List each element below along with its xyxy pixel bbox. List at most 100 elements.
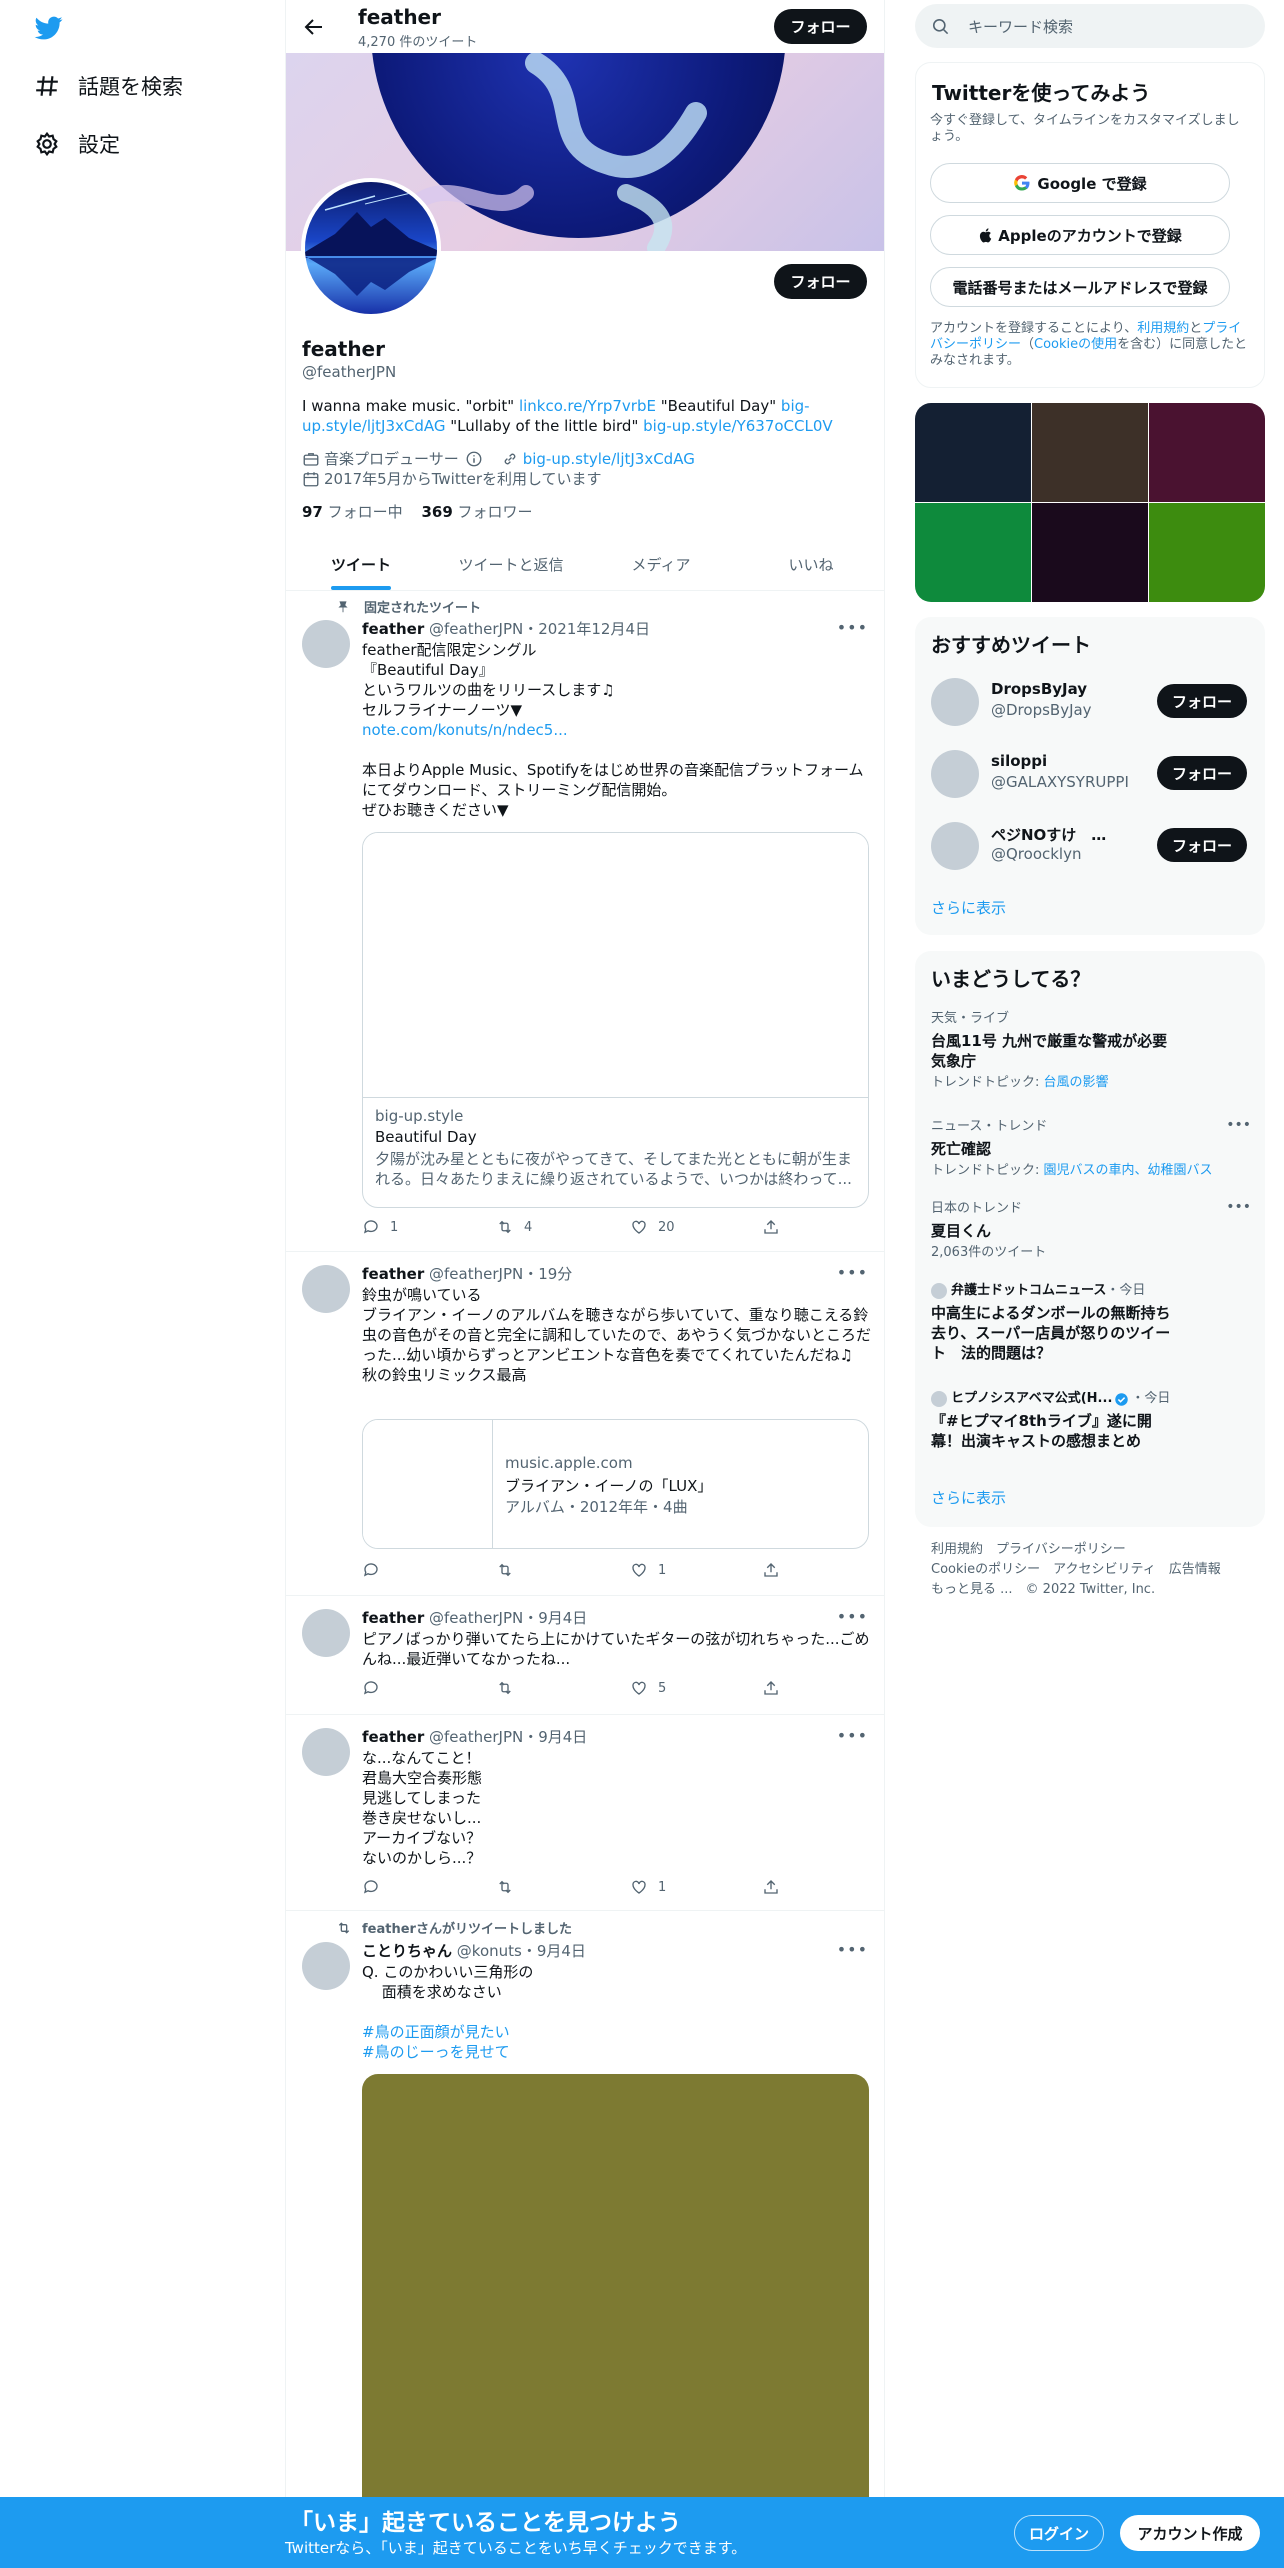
avatar[interactable] <box>931 822 979 870</box>
topbar-follow-button[interactable]: フォロー <box>774 9 867 44</box>
more-icon[interactable]: ••• <box>837 1726 868 1745</box>
follow-button[interactable]: フォロー <box>1157 828 1247 862</box>
reply-button[interactable] <box>362 1679 390 1697</box>
trend-item[interactable]: 日本のトレンド 夏目くん 2,063件のツイート ••• <box>931 1199 1251 1261</box>
avatar[interactable] <box>302 1609 350 1657</box>
cookie-link[interactable]: Cookieの使用 <box>1034 337 1117 352</box>
retweet-button[interactable] <box>496 1561 524 1579</box>
footer-link[interactable]: Cookieのポリシー <box>931 1562 1040 1577</box>
follow-button[interactable]: フォロー <box>1157 756 1247 790</box>
tweet-link[interactable]: note.com/konuts/n/ndec5... <box>362 721 568 739</box>
phone-email-signup-button[interactable]: 電話番号またはメールアドレスで登録 <box>930 267 1230 307</box>
more-icon[interactable]: ••• <box>1226 1199 1251 1215</box>
tweet[interactable]: feather @featherJPN・9月4日 ••• ピアノばっかり弾いてた… <box>286 1597 884 1715</box>
share-button[interactable] <box>762 1561 790 1579</box>
tweet-author-name[interactable]: ことりちゃん <box>362 1942 452 1960</box>
share-button[interactable] <box>762 1878 790 1896</box>
footer-link[interactable]: アクセシビリティ <box>1053 1562 1156 1577</box>
media-thumb[interactable] <box>915 503 1031 602</box>
media-thumb[interactable] <box>1032 403 1148 502</box>
avatar[interactable] <box>931 750 979 798</box>
media-thumb[interactable] <box>1149 503 1265 602</box>
following-link[interactable]: 97 フォロー中 <box>302 503 403 521</box>
more-icon[interactable]: ••• <box>837 1607 868 1626</box>
retweet-button[interactable]: 4 <box>496 1218 532 1236</box>
reply-button[interactable]: 1 <box>362 1218 398 1236</box>
tab-tweets[interactable]: ツイート <box>286 538 436 590</box>
media-thumb[interactable] <box>1032 503 1148 602</box>
followers-link[interactable]: 369 フォロワー <box>421 503 532 521</box>
bio-link[interactable]: big-up.style/Y637oCCL0V <box>643 417 833 435</box>
tab-media[interactable]: メディア <box>586 538 736 590</box>
search-input[interactable]: キーワード検索 <box>968 16 1073 37</box>
tweet[interactable]: feather @featherJPN・9月4日 ••• な...なんてこと！ … <box>286 1716 884 1911</box>
tweet-author-name[interactable]: feather <box>362 1728 424 1746</box>
more-icon[interactable]: ••• <box>837 1940 868 1959</box>
follow-button[interactable]: フォロー <box>1157 684 1247 718</box>
news-item[interactable]: 弁護士ドットコムニュース ・今日 中高生によるダンボールの無断持ち去り、スーパー店… <box>931 1283 1251 1363</box>
hashtag-link[interactable]: #鳥の正面顔が見たい <box>362 2023 510 2041</box>
nav-settings[interactable]: 設定 <box>34 124 120 164</box>
profile-follow-button[interactable]: フォロー <box>774 264 867 299</box>
avatar[interactable] <box>931 678 979 726</box>
avatar[interactable] <box>302 1942 350 1990</box>
link-card[interactable]: big-up.style Beautiful Day 夕陽が沈み星とともに夜がや… <box>362 832 869 1208</box>
reply-button[interactable] <box>362 1878 390 1896</box>
info-icon[interactable] <box>465 450 483 468</box>
more-icon[interactable]: ••• <box>837 618 868 637</box>
like-button[interactable]: 5 <box>630 1679 666 1697</box>
recommended-user[interactable]: siloppi @GALAXYSYRUPPI フォロー <box>915 738 1265 810</box>
login-button[interactable]: ログイン <box>1014 2515 1104 2551</box>
tweet-image[interactable] <box>362 2074 869 2568</box>
tab-likes[interactable]: いいね <box>736 538 884 590</box>
bio-link[interactable]: linkco.re/Yrp7vrbE <box>519 397 656 415</box>
media-thumb[interactable] <box>915 403 1031 502</box>
share-button[interactable] <box>762 1679 790 1697</box>
google-signup-button[interactable]: Google で登録 <box>930 163 1230 203</box>
trend-topic-link[interactable]: 台風の影響 <box>1044 1075 1109 1090</box>
show-more-link[interactable]: さらに表示 <box>931 897 1006 918</box>
avatar[interactable] <box>302 1728 350 1776</box>
footer-link[interactable]: プライバシーポリシー <box>996 1542 1126 1557</box>
link-card[interactable]: music.apple.com ブライアン・イーノの「LUX」 アルバム・201… <box>362 1419 869 1549</box>
hashtag-link[interactable]: #鳥のじーっを見せて <box>362 2043 510 2061</box>
back-arrow-icon[interactable] <box>302 15 326 39</box>
nav-explore[interactable]: 話題を検索 <box>34 66 183 106</box>
trend-item[interactable]: 天気・ライブ 台風11号 九州で厳重な警戒が必要 気象庁 トレンドトピック: 台… <box>931 1011 1251 1091</box>
retweet-button[interactable] <box>496 1878 524 1896</box>
tweet-author-name[interactable]: feather <box>362 1265 424 1283</box>
tweet[interactable]: 固定されたツイート feather @featherJPN・2021年12月4日… <box>286 592 884 1252</box>
footer-more-link[interactable]: もっと見る ... <box>931 1582 1013 1597</box>
tweet[interactable]: featherさんがリツイートしました ことりちゃん @konuts・9月4日 … <box>286 1912 884 2568</box>
apple-signup-button[interactable]: Appleのアカウントで登録 <box>930 215 1230 255</box>
tab-tweets-replies[interactable]: ツイートと返信 <box>436 538 586 590</box>
like-button[interactable]: 20 <box>630 1218 675 1236</box>
profile-website[interactable]: big-up.style/ljtJ3xCdAG <box>523 450 695 468</box>
profile-avatar[interactable] <box>301 178 441 318</box>
media-thumb[interactable] <box>1149 403 1265 502</box>
recommended-user[interactable]: ペジNOすけ … @Qroocklyn フォロー <box>915 810 1265 882</box>
news-item[interactable]: ヒプノシスアベマ公式(H... ・今日 『#ヒプマイ8thライブ』遂に開幕！出演キ… <box>931 1391 1251 1451</box>
share-button[interactable] <box>762 1218 790 1236</box>
tweet[interactable]: feather @featherJPN・19分 ••• 鈴虫が鳴いている ブライ… <box>286 1253 884 1596</box>
terms-link[interactable]: 利用規約 <box>1137 321 1189 336</box>
like-button[interactable]: 1 <box>630 1561 666 1579</box>
search-bar[interactable]: キーワード検索 <box>915 4 1265 48</box>
retweet-button[interactable] <box>496 1679 524 1697</box>
reply-button[interactable] <box>362 1561 390 1579</box>
more-icon[interactable]: ••• <box>837 1263 868 1282</box>
create-account-button[interactable]: アカウント作成 <box>1120 2515 1260 2551</box>
footer-link[interactable]: 利用規約 <box>931 1542 983 1557</box>
recommended-user[interactable]: DropsByJay @DropsByJay フォロー <box>915 666 1265 738</box>
avatar[interactable] <box>302 1265 350 1313</box>
more-icon[interactable]: ••• <box>1226 1117 1251 1133</box>
tweet-author-name[interactable]: feather <box>362 1609 424 1627</box>
trend-topic-link[interactable]: 園児バスの車内、幼稚園バス <box>1044 1163 1213 1178</box>
trend-item[interactable]: ニュース・トレンド 死亡確認 トレンドトピック: 園児バスの車内、幼稚園バス •… <box>931 1117 1251 1179</box>
show-more-link[interactable]: さらに表示 <box>931 1487 1006 1508</box>
like-button[interactable]: 1 <box>630 1878 666 1896</box>
footer-link[interactable]: 広告情報 <box>1169 1562 1221 1577</box>
retweet-label[interactable]: featherさんがリツイートしました <box>362 1918 572 1937</box>
avatar[interactable] <box>302 620 350 668</box>
tweet-author-name[interactable]: feather <box>362 620 424 638</box>
